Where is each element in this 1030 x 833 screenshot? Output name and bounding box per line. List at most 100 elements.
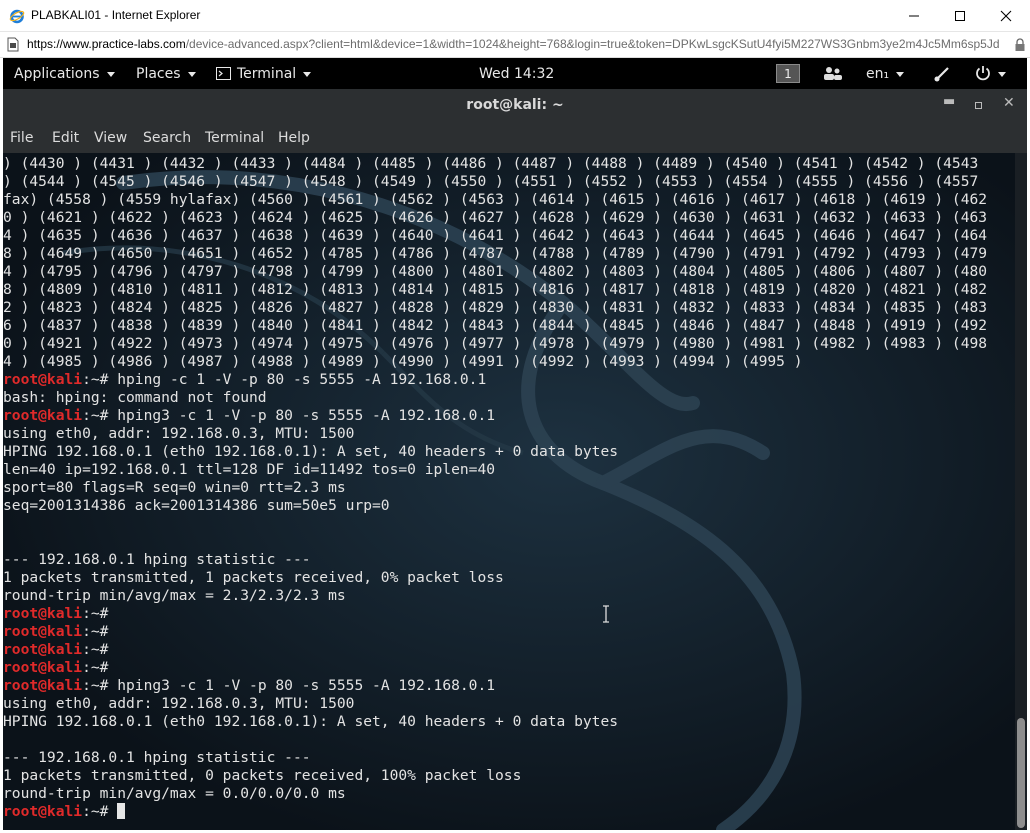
menu-search[interactable]: Search: [143, 130, 191, 146]
output-text: 8 ) (4809 ) (4810 ) (4811 ) (4812 ) (481…: [3, 281, 988, 298]
terminal-output-line: 8 ) (4649 ) (4650 ) (4651 ) (4652 ) (478…: [3, 245, 987, 263]
terminal-output-line: ) (4544 ) (4545 ) (4546 ) (4547 ) (4548 …: [3, 173, 987, 191]
terminal-menubar: File Edit View Search Terminal Help: [3, 123, 1027, 153]
terminal-icon: [216, 67, 231, 80]
terminal-output-line: --- 192.168.0.1 hping statistic ---: [3, 551, 987, 569]
chevron-down-icon: [106, 71, 115, 77]
output-text: --- 192.168.0.1 hping statistic ---: [3, 551, 311, 568]
output-text: 1 packets transmitted, 0 packets receive…: [3, 767, 522, 784]
places-menu[interactable]: Places: [136, 66, 196, 82]
prompt-path: :~#: [82, 371, 118, 388]
output-text: round-trip min/avg/max = 0.0/0.0/0.0 ms: [3, 785, 346, 802]
maximize-button[interactable]: [937, 0, 983, 31]
minimize-button[interactable]: [891, 0, 937, 31]
chevron-down-icon: [303, 71, 312, 77]
menu-view[interactable]: View: [94, 130, 127, 146]
output-text: 0 ) (4621 ) (4622 ) (4623 ) (4624 ) (462…: [3, 209, 988, 226]
terminal-prompt-line: root@kali:~# hping -c 1 -V -p 80 -s 5555…: [3, 371, 987, 389]
ie-titlebar: PLABKALI01 - Internet Explorer: [0, 0, 1030, 32]
terminal-app-menu[interactable]: Terminal: [216, 66, 312, 82]
terminal-output-line: 4 ) (4635 ) (4636 ) (4637 ) (4638 ) (463…: [3, 227, 987, 245]
terminal-output[interactable]: ) (4430 ) (4431 ) (4432 ) (4433 ) (4484 …: [3, 153, 1015, 830]
output-text: round-trip min/avg/max = 2.3/2.3/2.3 ms: [3, 587, 346, 604]
output-text: ) (4544 ) (4545 ) (4546 ) (4547 ) (4548 …: [3, 173, 979, 190]
url-text[interactable]: https://www.practice-labs.com/device-adv…: [27, 37, 1012, 51]
chevron-down-icon: [998, 71, 1006, 77]
output-text: 4 ) (4795 ) (4796 ) (4797 ) (4798 ) (479…: [3, 263, 988, 280]
prompt-user: root@kali: [3, 641, 83, 658]
close-icon: [1000, 10, 1012, 21]
page-icon: [7, 37, 19, 52]
output-text: 1 packets transmitted, 1 packets receive…: [3, 569, 504, 586]
prompt-path: :~#: [82, 677, 118, 694]
output-text: bash: hping: command not found: [3, 389, 267, 406]
minimize-icon: [909, 15, 919, 16]
power-menu[interactable]: [975, 65, 1006, 82]
terminal-output-line: round-trip min/avg/max = 2.3/2.3/2.3 ms: [3, 587, 987, 605]
output-text: seq=2001314386 ack=2001314386 sum=50e5 u…: [3, 497, 390, 514]
terminal-output-line: --- 192.168.0.1 hping statistic ---: [3, 749, 987, 767]
brush-icon[interactable]: [933, 65, 951, 82]
prompt-user: root@kali: [3, 677, 83, 694]
terminal-close-button[interactable]: ✕: [1003, 95, 1015, 111]
prompt-path: :~#: [82, 623, 118, 640]
applications-menu[interactable]: Applications: [14, 66, 115, 82]
prompt-path: :~#: [82, 803, 118, 820]
remote-desktop: Applications Places Terminal Wed 14:32 1…: [3, 58, 1027, 830]
terminal-titlebar: root@kali: ~ ▬ ✕: [3, 89, 1027, 123]
terminal-output-line: [3, 533, 987, 551]
power-icon: [976, 66, 990, 81]
prompt-path: :~#: [82, 407, 118, 424]
terminal-minimize-button[interactable]: ▬: [943, 94, 955, 109]
terminal-output-line: 1 packets transmitted, 1 packets receive…: [3, 569, 987, 587]
menu-terminal[interactable]: Terminal: [205, 130, 264, 146]
terminal-prompt-line: root@kali:~#: [3, 803, 987, 821]
internet-explorer-icon: [9, 9, 25, 24]
prompt-user: root@kali: [3, 623, 83, 640]
menu-file[interactable]: File: [10, 130, 33, 146]
prompt-path: :~#: [82, 659, 118, 676]
address-bar[interactable]: https://www.practice-labs.com/device-adv…: [0, 32, 1030, 58]
lock-icon[interactable]: [1014, 38, 1026, 52]
terminal-output-line: 6 ) (4837 ) (4838 ) (4839 ) (4840 ) (484…: [3, 317, 987, 335]
command-text: hping -c 1 -V -p 80 -s 5555 -A 192.168.0…: [117, 371, 487, 388]
menu-help[interactable]: Help: [278, 130, 310, 146]
terminal-output-line: len=40 ip=192.168.0.1 ttl=128 DF id=1149…: [3, 461, 987, 479]
output-text: HPING 192.168.0.1 (eth0 192.168.0.1): A …: [3, 443, 619, 460]
keyboard-layout-label: en₁: [866, 66, 890, 82]
terminal-app-label: Terminal: [237, 66, 297, 82]
terminal-prompt-line: root@kali:~#: [3, 623, 987, 641]
menu-edit[interactable]: Edit: [52, 130, 79, 146]
terminal-prompt-line: root@kali:~#: [3, 659, 987, 677]
scrollbar-thumb[interactable]: [1017, 718, 1025, 828]
terminal-output-line: 2 ) (4823 ) (4824 ) (4825 ) (4826 ) (482…: [3, 299, 987, 317]
places-label: Places: [136, 66, 181, 82]
url-host: https://www.practice-labs.com: [27, 37, 186, 51]
people-icon[interactable]: [823, 66, 843, 81]
clock[interactable]: Wed 14:32: [479, 66, 554, 82]
close-button[interactable]: [983, 0, 1029, 31]
url-path: /device-advanced.aspx?client=html&device…: [185, 37, 1000, 51]
terminal-maximize-button[interactable]: [975, 102, 982, 109]
window-title: PLABKALI01 - Internet Explorer: [31, 8, 201, 22]
terminal-output-line: [3, 731, 987, 749]
terminal-scrollbar[interactable]: [1015, 153, 1027, 830]
maximize-icon: [955, 10, 965, 21]
text-cursor-icon: [603, 605, 609, 623]
output-text: HPING 192.168.0.1 (eth0 192.168.0.1): A …: [3, 713, 619, 730]
output-text: 0 ) (4921 ) (4922 ) (4973 ) (4974 ) (497…: [3, 335, 988, 352]
output-text: 6 ) (4837 ) (4838 ) (4839 ) (4840 ) (484…: [3, 317, 988, 334]
terminal-output-line: 8 ) (4809 ) (4810 ) (4811 ) (4812 ) (481…: [3, 281, 987, 299]
output-text: fax) (4558 ) (4559 hylafax) (4560 ) (456…: [3, 191, 988, 208]
prompt-user: root@kali: [3, 605, 83, 622]
output-text: 2 ) (4823 ) (4824 ) (4825 ) (4826 ) (482…: [3, 299, 988, 316]
applications-label: Applications: [14, 66, 100, 82]
terminal-output-line: bash: hping: command not found: [3, 389, 987, 407]
keyboard-layout-menu[interactable]: en₁: [866, 66, 905, 82]
chevron-down-icon: [896, 71, 905, 77]
terminal-output-line: using eth0, addr: 192.168.0.3, MTU: 1500: [3, 425, 987, 443]
workspace-indicator[interactable]: 1: [776, 64, 800, 83]
output-text: 4 ) (4635 ) (4636 ) (4637 ) (4638 ) (463…: [3, 227, 988, 244]
prompt-user: root@kali: [3, 803, 83, 820]
terminal-prompt-line: root@kali:~# hping3 -c 1 -V -p 80 -s 555…: [3, 407, 987, 425]
